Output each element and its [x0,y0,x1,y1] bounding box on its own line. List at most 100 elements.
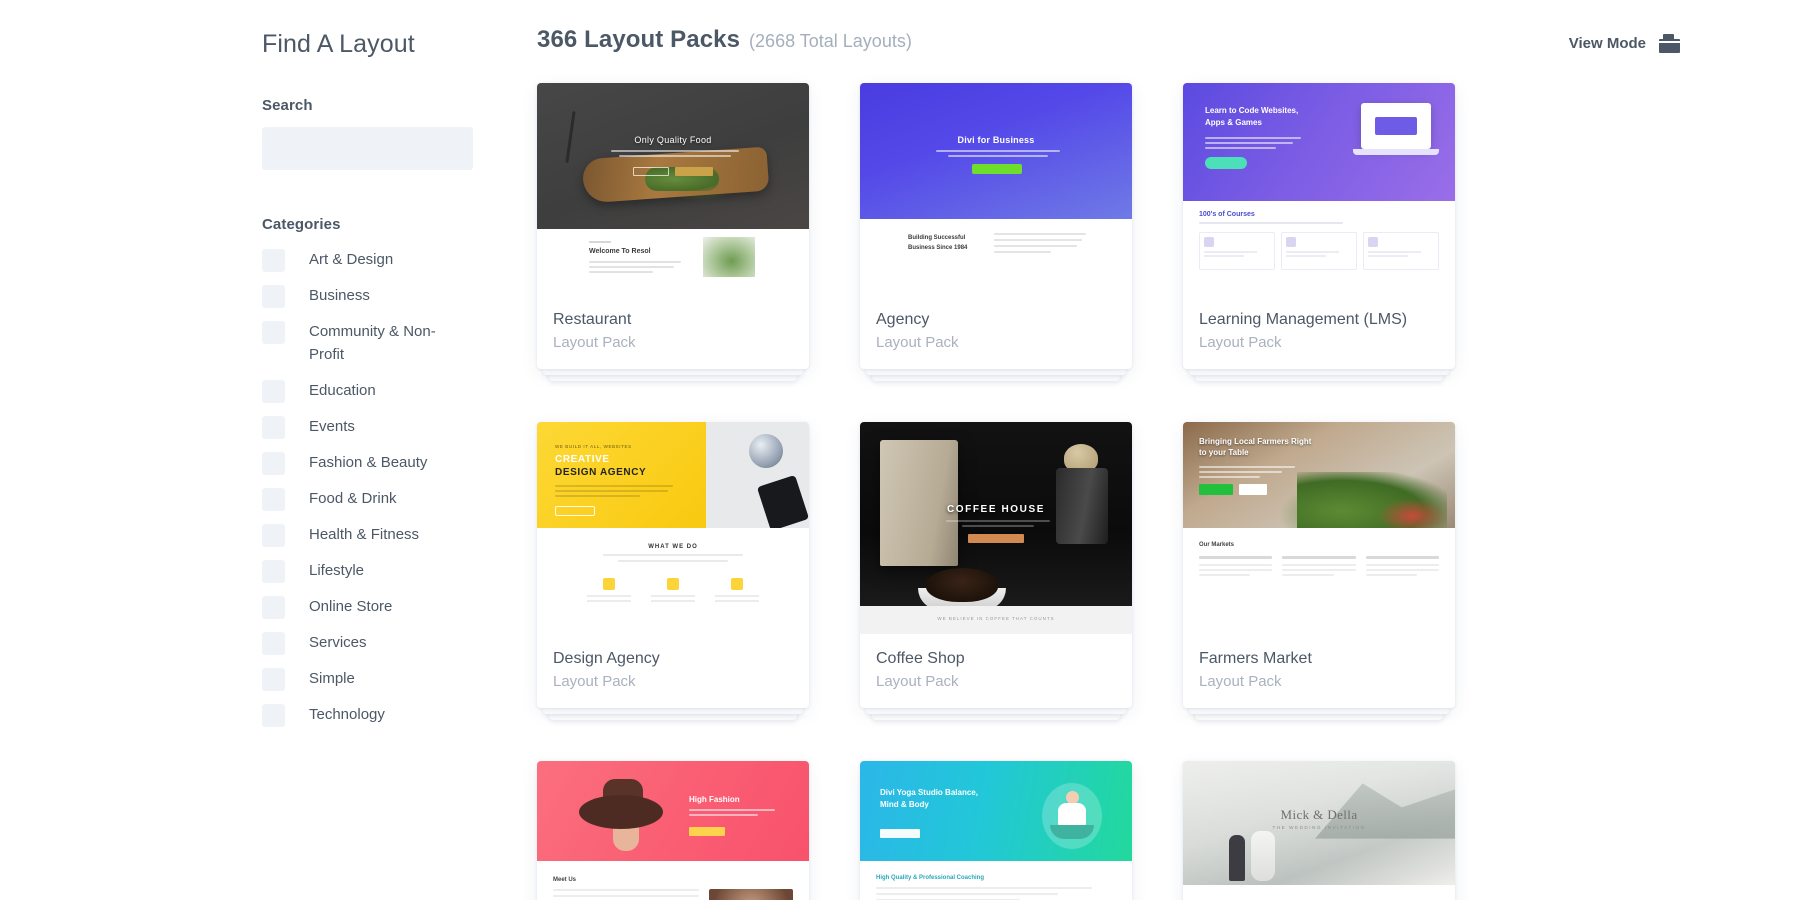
checkbox-icon[interactable] [262,559,285,583]
view-mode-toggle[interactable]: View Mode [1569,34,1680,53]
category-item-food-drink[interactable]: Food & Drink [262,487,537,511]
category-item-lifestyle[interactable]: Lifestyle [262,559,537,583]
category-label: Simple [309,669,355,687]
category-item-business[interactable]: Business [262,285,537,308]
category-item-fashion-beauty[interactable]: Fashion & Beauty [262,451,537,475]
category-item-health-fitness[interactable]: Health & Fitness [262,523,537,547]
category-label: Business [309,287,370,304]
checkbox-icon[interactable] [262,703,285,727]
checkbox-icon[interactable] [262,523,285,547]
view-mode-label: View Mode [1568,35,1646,52]
card-thumbnail: COFFEE HOUSE WE BELIEVE IN COFFEE THAT C… [860,421,1132,634]
layout-pack-card[interactable]: Learn to Code Websites, Apps & Games 100… [1183,83,1455,381]
category-label: Health & Fitness [309,525,420,543]
category-label: Art & Design [309,251,394,268]
layout-pack-card[interactable]: Divi for Business Building Successful Bu… [860,83,1132,381]
thumb-hero-title: High Fashion [689,794,740,804]
category-label: Events [309,417,355,435]
category-item-services[interactable]: Services [262,631,537,655]
folder-icon[interactable] [1659,34,1680,53]
checkbox-icon[interactable] [262,487,285,511]
checkbox-icon[interactable] [262,667,285,691]
category-item-technology[interactable]: Technology [262,703,537,727]
card-thumbnail: Mick & Della THE WEDDING INVITATION [1183,760,1455,900]
main-content: 366 Layout Packs (2668 Total Layouts) Vi… [537,0,1800,900]
thumb-hero-title: Learn to Code Websites, Apps & Games [1205,106,1299,127]
category-item-events[interactable]: Events [262,415,537,439]
layout-pack-card[interactable]: Mick & Della THE WEDDING INVITATION Wedd… [1183,760,1455,900]
checkbox-icon[interactable] [262,249,285,272]
layout-pack-card[interactable]: COFFEE HOUSE WE BELIEVE IN COFFEE THAT C… [860,421,1132,720]
thumb-hero-subtitle: THE WEDDING INVITATION [1272,824,1366,830]
category-label: Community & Non-Profit [309,323,436,363]
category-label: Lifestyle [309,561,365,579]
card-title: Farmers Market [1199,649,1312,667]
categories-list: Art & Design Business Community & Non-Pr… [262,249,537,727]
layout-browser-page: Find A Layout Search Categories Art & De… [0,0,1800,900]
card-title: Restaurant [553,311,632,328]
layout-pack-card[interactable]: Divi Yoga Studio Balance, Mind & Body Hi… [860,760,1132,900]
thumb-eyebrow: WE BUILD IT ALL, WEBSITES [555,443,632,449]
card-thumbnail: Learn to Code Websites, Apps & Games 100… [1183,83,1455,295]
card-title: Learning Management (LMS) [1199,311,1408,328]
category-label: Fashion & Beauty [309,453,428,471]
category-item-community-non-profit[interactable]: Community & Non-Profit [262,321,537,367]
category-label: Technology [309,705,385,723]
checkbox-icon[interactable] [262,321,285,344]
card-subtitle: Layout Pack [876,333,959,351]
thumb-heading-line2: Business Since 1984 [908,245,968,251]
checkbox-icon[interactable] [262,595,285,619]
layout-pack-card[interactable]: Bringing Local Farmers Right to your Tab… [1183,421,1455,720]
thumb-hero-title: COFFEE HOUSE [946,503,1046,515]
category-label: Services [309,633,367,651]
layout-pack-card[interactable]: Only Quality Food Welcome To Resol Resta… [537,83,809,381]
category-label: Education [309,381,376,399]
layout-pack-card[interactable]: WE BUILD IT ALL, WEBSITES CREATIVE DESIG… [537,421,809,720]
card-subtitle: Layout Pack [1199,333,1282,351]
results-header: 366 Layout Packs (2668 Total Layouts) Vi… [537,26,1740,66]
category-item-education[interactable]: Education [262,379,537,403]
thumb-section-heading: WHAT WE DO [648,543,698,550]
sidebar: Find A Layout Search Categories Art & De… [262,0,537,900]
card-title: Design Agency [553,649,660,667]
thumb-hero-title: Only Quality Food [634,135,712,145]
pack-count: 366 Layout Packs [537,26,741,53]
thumb-section-heading: Meet Us [553,876,577,883]
page-title: Find A Layout [262,30,415,58]
thumb-section-heading: 100's of Courses [1199,211,1255,218]
card-thumbnail: Divi for Business Building Successful Bu… [860,83,1132,295]
search-input[interactable] [262,127,473,170]
checkbox-icon[interactable] [262,285,285,308]
thumb-section-heading: Our Markets [1199,541,1235,548]
thumb-hero-title-line1: CREATIVE [555,453,610,465]
card-thumbnail: Divi Yoga Studio Balance, Mind & Body Hi… [860,760,1132,900]
checkbox-icon[interactable] [262,379,285,403]
thumb-hero-title: Divi Yoga Studio Balance, Mind & Body [880,787,978,809]
thumb-footer-caption: WE BELIEVE IN COFFEE THAT COUNTS [937,615,1055,621]
category-label: Online Store [309,597,393,615]
card-title: Coffee Shop [876,649,965,667]
category-label: Food & Drink [309,489,397,507]
checkbox-icon[interactable] [262,631,285,655]
layout-pack-card[interactable]: High Fashion Meet Us [537,760,809,900]
category-item-simple[interactable]: Simple [262,667,537,691]
total-layouts: (2668 Total Layouts) [749,31,912,51]
card-subtitle: Layout Pack [876,672,959,690]
thumb-hero-title: Bringing Local Farmers Right to your Tab… [1199,436,1312,458]
card-thumbnail: Only Quality Food Welcome To Resol [537,83,809,295]
card-subtitle: Layout Pack [553,672,636,690]
thumb-section-heading: Welcome To Resol [589,248,651,255]
card-subtitle: Layout Pack [1199,672,1282,690]
checkbox-icon[interactable] [262,451,285,475]
categories-label: Categories [262,216,341,233]
category-item-art-design[interactable]: Art & Design [262,249,537,272]
thumb-hero-title: Divi for Business [957,135,1035,145]
card-thumbnail: High Fashion Meet Us [537,760,809,900]
layout-pack-grid: Only Quality Food Welcome To Resol Resta… [537,83,1740,900]
checkbox-icon[interactable] [262,415,285,439]
card-subtitle: Layout Pack [553,333,636,351]
thumb-hero-title: Mick & Della [1280,806,1358,822]
thumb-section-heading: High Quality & Professional Coaching [876,874,985,881]
thumb-hero-title-line2: DESIGN AGENCY [555,466,647,478]
category-item-online-store[interactable]: Online Store [262,595,537,619]
